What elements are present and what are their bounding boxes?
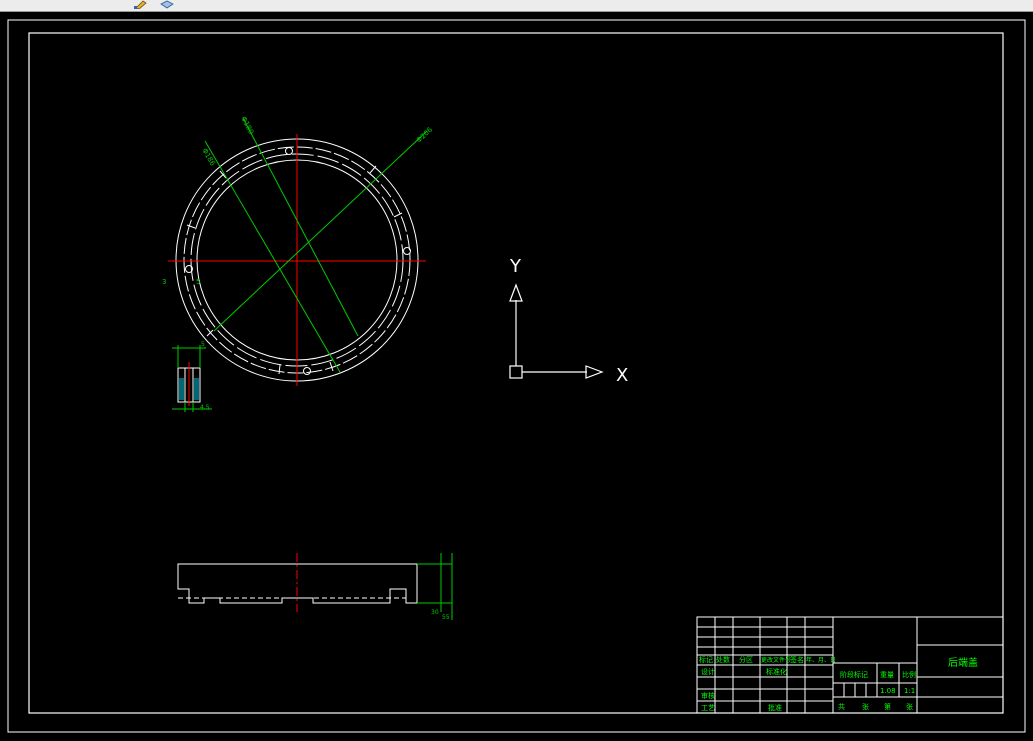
dim-dia-right: Φ206 <box>415 125 435 144</box>
bolt-hole <box>285 147 293 155</box>
section-mark-a: 3 <box>162 278 166 286</box>
label-signature: 签名 <box>790 655 804 664</box>
label-sheet-total: 共 <box>838 702 845 711</box>
label-sheet-unit-a: 张 <box>862 702 869 711</box>
ucs-icon <box>509 283 604 379</box>
part-name: 后端盖 <box>948 656 978 669</box>
dim-side-h2: 55 <box>442 614 450 621</box>
label-review: 审核 <box>701 691 715 700</box>
label-weight: 重量 <box>880 671 894 679</box>
dim-dia-mid: Φ180 <box>239 115 255 135</box>
layer-properties-icon[interactable] <box>160 0 174 9</box>
value-weight: 1.08 <box>880 687 896 695</box>
pencil-tool-icon[interactable] <box>134 0 148 9</box>
label-design: 设计 <box>701 667 715 676</box>
label-zone: 分区 <box>739 655 753 664</box>
value-scale: 1:1 <box>904 687 915 695</box>
label-mark: 标记 <box>699 655 713 664</box>
label-count: 处数 <box>716 655 730 664</box>
label-change-doc: 更改文件号 <box>761 656 791 664</box>
drawing-border-outer <box>7 19 1026 733</box>
ucs-y-label: Y <box>509 256 522 277</box>
dim-detail-bottom: 4.5 <box>200 404 210 411</box>
drawing-border-inner <box>28 32 1004 714</box>
label-process: 工艺 <box>701 704 715 712</box>
dim-side-h1: 30 <box>431 609 439 616</box>
ucs-x-label: X <box>616 365 628 386</box>
label-stage: 阶段标记 <box>840 670 868 679</box>
bolt-hole <box>403 247 411 255</box>
bolt-hole <box>303 367 311 375</box>
label-date: 年、月、日 <box>806 656 836 664</box>
dim-detail-top: 5 <box>201 341 205 348</box>
label-approve: 批准 <box>768 703 782 712</box>
toolbar-strip <box>0 0 1033 12</box>
hole-detail-section: 5 4.5 <box>172 341 212 412</box>
drawing-canvas[interactable]: Φ186 Φ180 Φ206 3 5 5 4.5 X Y 30 55 标记 处数… <box>0 12 1033 737</box>
label-standardize: 标准化 <box>766 667 787 676</box>
section-mark-b: 5 <box>196 278 200 286</box>
label-sheet-unit-b: 张 <box>906 702 913 711</box>
label-sheet-no: 第 <box>884 702 891 711</box>
label-scale: 比例 <box>902 670 916 679</box>
